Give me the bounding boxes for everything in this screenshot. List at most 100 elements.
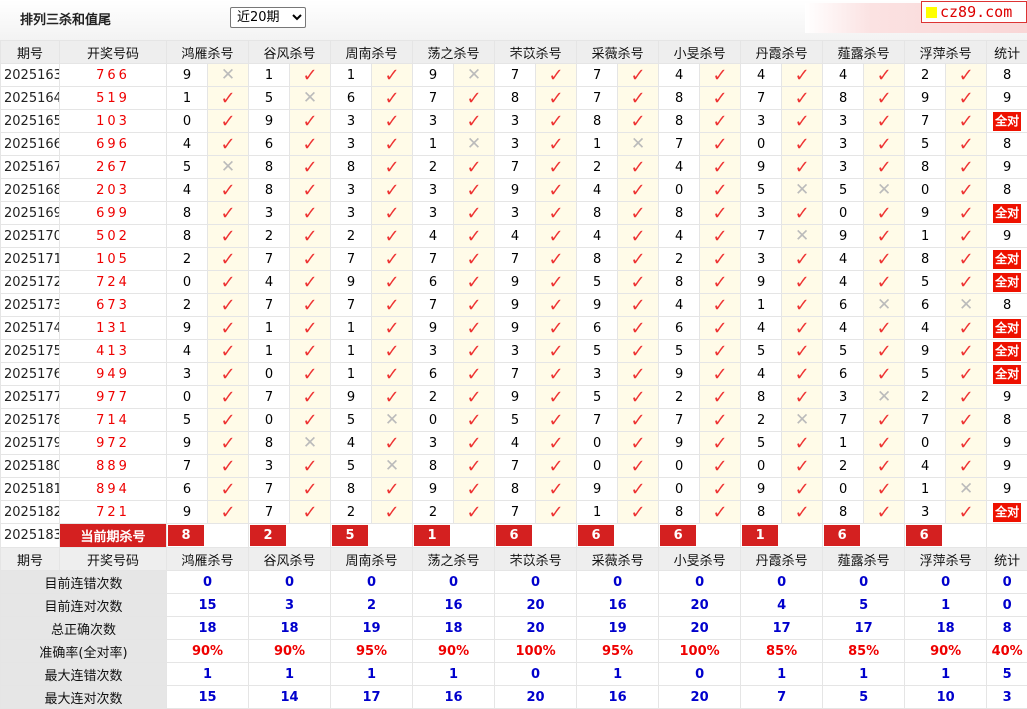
kill-number-cell: 5	[331, 409, 372, 432]
check-icon: ✓	[631, 88, 646, 109]
kill-number-cell: 4	[659, 64, 700, 87]
result-cell: ✓	[372, 248, 413, 271]
result-cell: ✓	[290, 133, 331, 156]
kill-number-cell: 4	[823, 64, 864, 87]
column-header: 小旻杀号	[659, 41, 741, 64]
result-cell: ✓	[454, 110, 495, 133]
check-icon: ✓	[631, 65, 646, 86]
current-row: 2025183当前期杀号8251666166	[1, 524, 1027, 548]
kill-number-cell: 9	[577, 294, 618, 317]
check-icon: ✓	[220, 502, 235, 523]
summary-value: 1	[331, 663, 413, 686]
check-icon: ✓	[220, 272, 235, 293]
result-cell: ✓	[618, 271, 659, 294]
kill-number-cell: 5	[577, 386, 618, 409]
draw-number-cell: 502	[60, 225, 167, 248]
check-icon: ✓	[467, 88, 482, 109]
result-cell: ✓	[454, 317, 495, 340]
result-cell: ✓	[536, 294, 577, 317]
kill-number-cell: 9	[741, 156, 782, 179]
summary-label: 准确率(全对率)	[1, 640, 167, 663]
result-cell: ✓	[536, 455, 577, 478]
period-cell: 2025175	[1, 340, 60, 363]
kill-number-cell: 3	[823, 386, 864, 409]
result-cell: ✓	[536, 271, 577, 294]
current-kill-number: 5	[332, 525, 368, 546]
stat-value: 8	[1003, 137, 1011, 152]
cross-icon: ✕	[303, 88, 317, 108]
current-kill-number: 1	[742, 525, 778, 546]
check-icon: ✓	[959, 456, 974, 477]
result-cell: ✓	[372, 501, 413, 524]
period-cell: 2025167	[1, 156, 60, 179]
result-cell: ✓	[536, 340, 577, 363]
kill-number-cell: 8	[659, 110, 700, 133]
draw-number-cell: 696	[60, 133, 167, 156]
kill-number-cell: 6	[413, 363, 454, 386]
summary-value: 20	[495, 617, 577, 640]
check-icon: ✓	[302, 502, 317, 523]
table-row: 20251637669✕1✓1✓9✕7✓7✓4✓4✓4✓2✓8	[1, 64, 1027, 87]
column-header: 浮萍杀号	[905, 548, 987, 571]
result-cell: ✓	[782, 202, 823, 225]
result-cell: ✓	[208, 501, 249, 524]
check-icon: ✓	[631, 364, 646, 385]
kill-number-cell: 7	[249, 501, 290, 524]
result-cell: ✓	[618, 478, 659, 501]
stat-value: 全对	[993, 273, 1021, 292]
table-row: 20251827219✓7✓2✓2✓7✓1✓8✓8✓8✓3✓全对	[1, 501, 1027, 524]
summary-label: 目前连错次数	[1, 571, 167, 594]
stat-cell: 8	[987, 179, 1027, 202]
result-cell: ✓	[208, 409, 249, 432]
stat-cell: 8	[987, 133, 1027, 156]
table-row: 20251741319✓1✓1✓9✓9✓6✓6✓4✓4✓4✓全对	[1, 317, 1027, 340]
kill-number-cell: 3	[249, 202, 290, 225]
column-header: 薤露杀号	[823, 548, 905, 571]
result-cell: ✓	[864, 363, 905, 386]
check-icon: ✓	[631, 387, 646, 408]
kill-number-cell: 5	[167, 409, 208, 432]
check-icon: ✓	[302, 157, 317, 178]
check-icon: ✓	[877, 364, 892, 385]
check-icon: ✓	[631, 226, 646, 247]
current-kill-number: 6	[824, 525, 860, 546]
check-icon: ✓	[713, 295, 728, 316]
result-cell: ✓	[864, 202, 905, 225]
table-row: 20251666964✓6✓3✓1✕3✓1✕7✓0✓3✓5✓8	[1, 133, 1027, 156]
check-icon: ✓	[302, 295, 317, 316]
cross-icon: ✕	[303, 433, 317, 453]
kill-number-cell: 9	[741, 271, 782, 294]
result-cell: ✕	[782, 179, 823, 202]
table-row: 20251727240✓4✓9✓6✓9✓5✓8✓9✓4✓5✓全对	[1, 271, 1027, 294]
check-icon: ✓	[220, 134, 235, 155]
site-logo[interactable]: cz89.com	[921, 1, 1027, 23]
kill-number-cell: 4	[495, 225, 536, 248]
check-icon: ✓	[384, 364, 399, 385]
kill-number-cell: 7	[577, 64, 618, 87]
kill-number-cell: 4	[413, 225, 454, 248]
stat-value: 8	[1003, 68, 1011, 83]
stat-value: 9	[1003, 91, 1011, 106]
kill-number-cell: 7	[495, 501, 536, 524]
current-kill-cell: 6	[659, 524, 741, 548]
kill-number-cell: 9	[495, 294, 536, 317]
kill-number-cell: 0	[659, 179, 700, 202]
check-icon: ✓	[631, 479, 646, 500]
stat-cell: 全对	[987, 317, 1027, 340]
kill-number-cell: 9	[167, 317, 208, 340]
summary-value: 85%	[823, 640, 905, 663]
kill-number-cell: 5	[741, 432, 782, 455]
kill-number-cell: 1	[331, 340, 372, 363]
result-cell: ✓	[618, 225, 659, 248]
summary-row: 最大连对次数1514171620162075103	[1, 686, 1027, 709]
result-cell: ✓	[864, 87, 905, 110]
draw-number-cell: 889	[60, 455, 167, 478]
check-icon: ✓	[959, 88, 974, 109]
check-icon: ✓	[384, 318, 399, 339]
period-select[interactable]: 近20期	[230, 7, 306, 28]
current-kill-number: 8	[168, 525, 204, 546]
summary-value: 0	[331, 571, 413, 594]
result-cell: ✓	[700, 87, 741, 110]
kill-number-cell: 3	[823, 110, 864, 133]
result-cell: ✓	[618, 501, 659, 524]
